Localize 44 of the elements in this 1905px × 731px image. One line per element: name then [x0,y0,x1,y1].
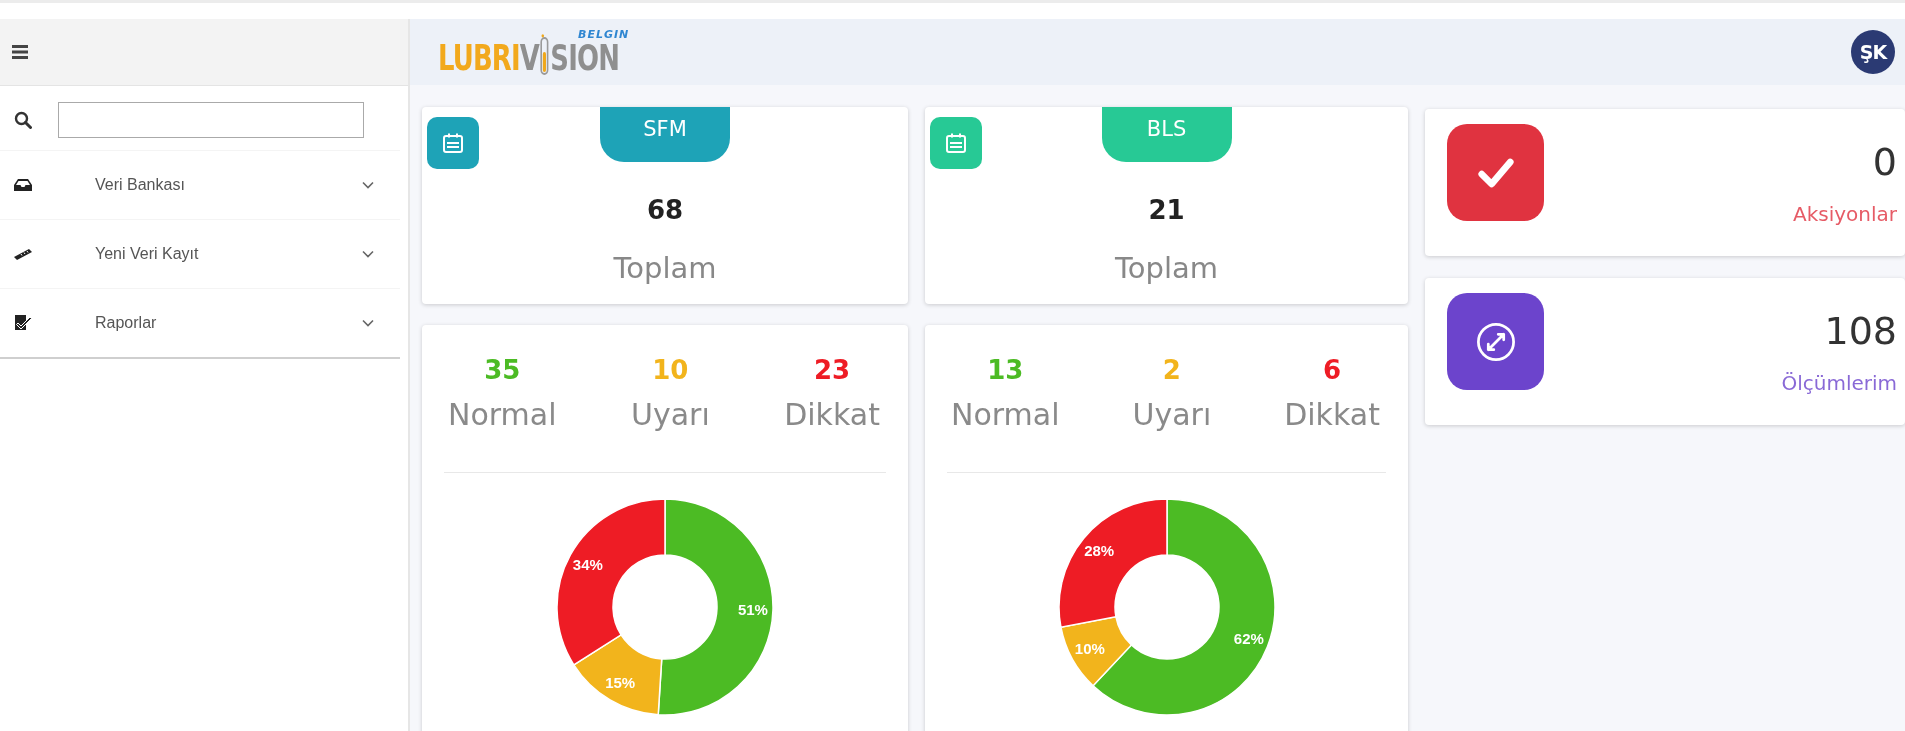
stat-link[interactable]: Ölçümlerim [1781,371,1897,395]
search-icon [14,111,32,129]
total-label: Toplam [1115,250,1218,285]
data-label: 62% [1233,630,1264,648]
ruler-icon [13,247,33,261]
donut-slice[interactable] [1059,616,1132,687]
report-icon [13,314,33,332]
sidebar-item-label: Raporlar [95,314,158,332]
sidebar-item[interactable]: Raporlar [0,288,400,357]
donut-slice[interactable] [556,498,666,666]
status-count: 13 [987,355,1024,385]
status-count: 35 [484,355,521,385]
total-count: 21 [1148,194,1185,225]
total-count: 68 [646,194,684,225]
status-count: 10 [652,355,689,385]
sidebar-item[interactable]: Yeni Veri Kayıt [0,219,400,288]
sidebar-item-label: Yeni Veri Kayıt [95,245,200,263]
data-label: 15% [605,673,636,691]
brand-logo: BELGIN LUBRIV SION [438,27,631,78]
stat-count: 108 [1824,309,1897,353]
data-label: 34% [572,555,603,573]
status-count: 6 [1323,355,1342,385]
status-count: 23 [814,355,851,385]
data-label: 51% [737,600,768,618]
menu-icon[interactable] [12,45,28,59]
total-label: Toplam [613,250,717,285]
status-label: Uyarı [631,397,710,432]
sidebar-item[interactable]: Veri Bankası [0,150,400,219]
donut-slice[interactable] [1057,498,1168,628]
status-label: Normal [448,397,557,432]
user-avatar[interactable]: ŞK [1851,30,1895,74]
status-label: Uyarı [1132,397,1212,432]
donut-slice[interactable] [573,634,663,716]
status-label: Normal [951,397,1060,432]
status-label: Dikkat [784,397,880,432]
sidebar-item-label: Veri Bankası [95,176,186,194]
status-label: Dikkat [1284,397,1380,432]
donut-slice[interactable] [657,498,774,716]
tray-icon [13,178,33,192]
data-label: 28% [1083,541,1114,559]
data-label: 10% [1074,640,1105,658]
stat-count: 0 [1872,140,1897,184]
status-count: 2 [1162,355,1181,385]
search-field[interactable] [58,102,364,138]
